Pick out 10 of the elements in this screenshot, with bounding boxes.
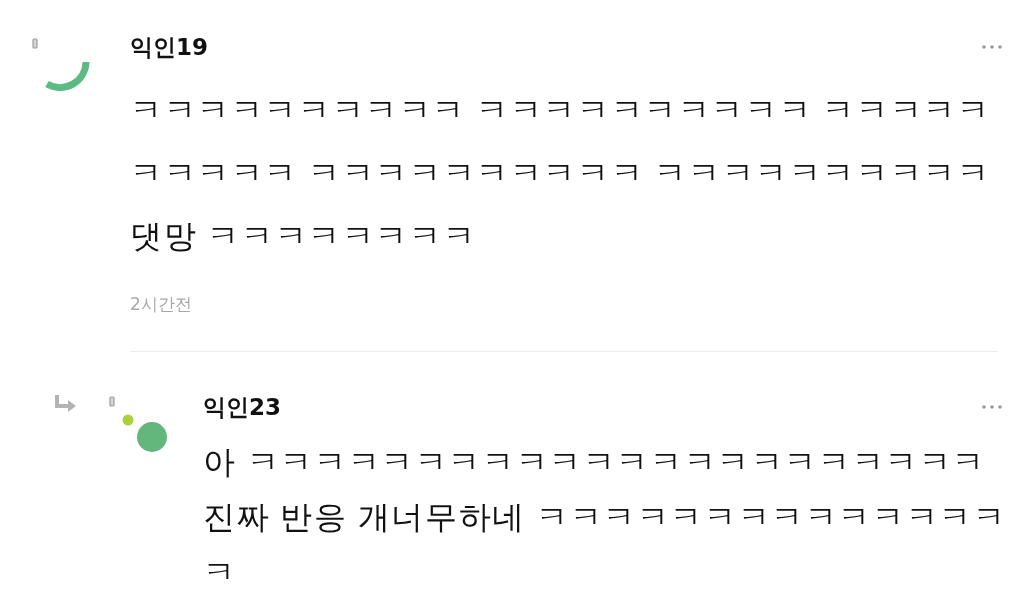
comment-time: 2시간전 — [130, 293, 193, 316]
author-name: 익인23 — [203, 394, 281, 420]
comment-text: ㅋㅋㅋㅋㅋㅋㅋㅋㅋㅋ ㅋㅋㅋㅋㅋㅋㅋㅋㅋㅋ ㅋㅋㅋㅋㅋㅋㅋㅋㅋㅋ ㅋㅋㅋㅋㅋㅋㅋㅋㅋㅋ ㅋㅋㅋㅋㅋㅋㅋㅋㅋㅋ 댓망 ㅋㅋㅋㅋㅋㅋㅋㅋ — [130, 90, 992, 257]
author-name: 익인19 — [130, 33, 208, 61]
reply-arrow-icon — [53, 394, 77, 414]
avatar-icon — [30, 36, 90, 92]
more-icon[interactable] — [982, 45, 1002, 49]
more-icon[interactable] — [982, 405, 1002, 409]
avatar-icon — [108, 394, 168, 452]
comment-text: 아 ㅋㅋㅋㅋㅋㅋㅋㅋㅋㅋㅋㅋㅋㅋㅋㅋㅋㅋㅋㅋㅋㅋ 진짜 반응 개너무하네 ㅋㅋㅋㅋㅋㅋㅋㅋㅋㅋㅋㅋㅋㅋㅋ — [203, 442, 1008, 593]
